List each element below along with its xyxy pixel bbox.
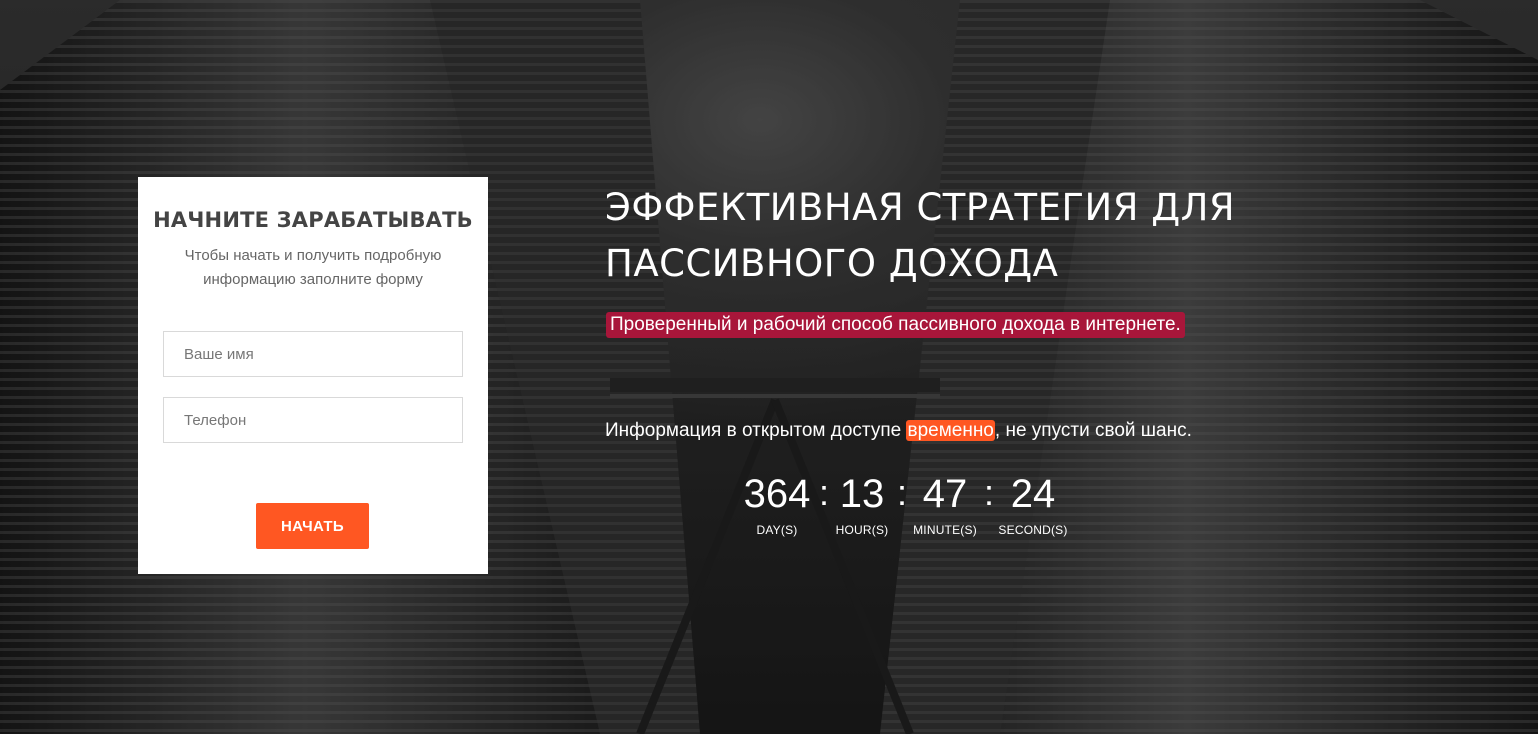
info-text-before: Информация в открытом доступе (605, 420, 907, 441)
form-title: НАЧНИТЕ ЗАРАБАТЫВАТЬ (153, 208, 473, 232)
countdown-days-label: DAY(S) (756, 523, 798, 537)
headline-line-1: ЭФФЕКТИВНАЯ СТРАТЕГИЯ ДЛЯ (605, 186, 1236, 229)
tagline-badge: Проверенный и рабочий способ пассивного … (606, 312, 1185, 338)
countdown-hours: 13 (839, 472, 885, 516)
form-subtitle: Чтобы начать и получить подробную информ… (184, 247, 442, 288)
countdown-separator: : (984, 472, 995, 513)
page-headline: ЭФФЕКТИВНАЯ СТРАТЕГИЯ ДЛЯ ПАССИВНОГО ДОХ… (605, 180, 1305, 292)
countdown-separator: : (897, 472, 908, 513)
info-text: Информация в открытом доступе временно, … (605, 416, 1192, 446)
countdown-hours-label: HOUR(S) (835, 523, 889, 537)
countdown-timer: 364 : 13 : 47 : 24 DAY(S) HOUR(S) MINUTE… (740, 470, 1080, 550)
countdown-minutes: 47 (922, 472, 968, 516)
countdown-seconds: 24 (1010, 472, 1056, 516)
phone-input[interactable] (163, 397, 463, 443)
countdown-minutes-label: MINUTE(S) (913, 523, 977, 537)
countdown-separator: : (819, 472, 830, 513)
info-text-after: , не упусти свой шанс. (994, 420, 1192, 441)
signup-form-card: НАЧНИТЕ ЗАРАБАТЫВАТЬ Чтобы начать и полу… (138, 177, 488, 574)
name-input[interactable] (163, 331, 463, 377)
info-highlight: временно (906, 420, 995, 441)
headline-line-2: ПАССИВНОГО ДОХОДА (605, 242, 1059, 285)
start-button[interactable]: НАЧАТЬ (256, 503, 369, 549)
countdown-days: 364 (743, 472, 811, 516)
countdown-seconds-label: SECOND(S) (998, 523, 1068, 537)
